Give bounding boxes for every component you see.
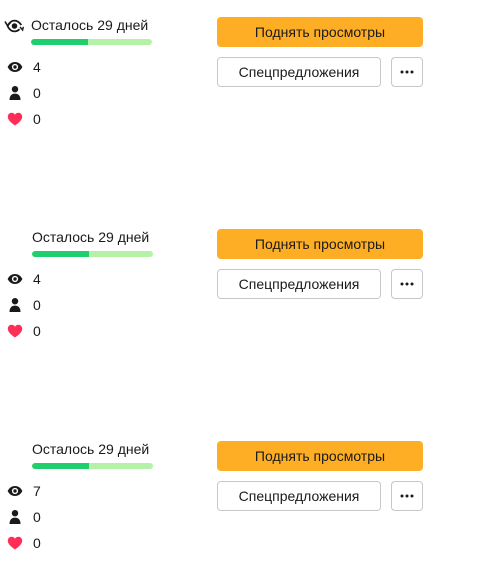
views-stat: 4 xyxy=(7,271,127,287)
person-icon xyxy=(7,297,23,313)
contacts-count: 0 xyxy=(33,85,41,101)
term-progress-fill xyxy=(31,39,88,45)
heart-icon xyxy=(7,323,23,339)
ellipsis-icon xyxy=(400,70,414,74)
person-icon xyxy=(7,509,23,525)
views-count: 4 xyxy=(33,271,41,287)
contacts-stat: 0 xyxy=(7,509,127,525)
promote-views-button[interactable]: Поднять просмотры xyxy=(217,441,423,471)
days-left-label: Осталось 29 дней xyxy=(32,229,150,245)
listing-card: Осталось 29 дней 4 0 0 Поднять просмотры… xyxy=(0,212,501,362)
heart-icon xyxy=(7,111,23,127)
special-offers-button[interactable]: Спецпредложения xyxy=(217,57,381,87)
special-offers-button[interactable]: Спецпредложения xyxy=(217,481,381,511)
views-count: 7 xyxy=(33,483,41,499)
term-progress-bar xyxy=(32,463,153,469)
eye-with-refresh-icon xyxy=(4,16,25,36)
contacts-count: 0 xyxy=(33,297,41,313)
ellipsis-icon xyxy=(400,282,414,286)
term-progress-fill xyxy=(32,251,89,257)
days-left-label: Осталось 29 дней xyxy=(31,17,149,33)
favorites-stat: 0 xyxy=(7,323,127,339)
contacts-count: 0 xyxy=(33,509,41,525)
days-left-label: Осталось 29 дней xyxy=(32,441,150,457)
views-count: 4 xyxy=(33,59,41,75)
views-stat: 7 xyxy=(7,483,127,499)
heart-icon xyxy=(7,535,23,551)
listing-card: Осталось 29 дней 4 0 0 Поднять просмотры… xyxy=(0,0,501,150)
eye-icon xyxy=(7,483,23,499)
favorites-count: 0 xyxy=(33,111,41,127)
listing-card: Осталось 29 дней 7 0 0 Поднять просмотры… xyxy=(0,424,501,574)
special-offers-button[interactable]: Спецпредложения xyxy=(217,269,381,299)
ellipsis-icon xyxy=(400,494,414,498)
more-actions-button[interactable] xyxy=(391,481,423,511)
term-progress-bar xyxy=(31,39,152,45)
favorites-stat: 0 xyxy=(7,111,127,127)
contacts-stat: 0 xyxy=(7,85,127,101)
promote-views-button[interactable]: Поднять просмотры xyxy=(217,229,423,259)
favorites-stat: 0 xyxy=(7,535,127,551)
eye-icon xyxy=(7,59,23,75)
favorites-count: 0 xyxy=(33,323,41,339)
contacts-stat: 0 xyxy=(7,297,127,313)
more-actions-button[interactable] xyxy=(391,269,423,299)
eye-icon xyxy=(7,271,23,287)
person-icon xyxy=(7,85,23,101)
term-progress-fill xyxy=(32,463,89,469)
views-stat: 4 xyxy=(7,59,127,75)
favorites-count: 0 xyxy=(33,535,41,551)
term-progress-bar xyxy=(32,251,153,257)
more-actions-button[interactable] xyxy=(391,57,423,87)
promote-views-button[interactable]: Поднять просмотры xyxy=(217,17,423,47)
